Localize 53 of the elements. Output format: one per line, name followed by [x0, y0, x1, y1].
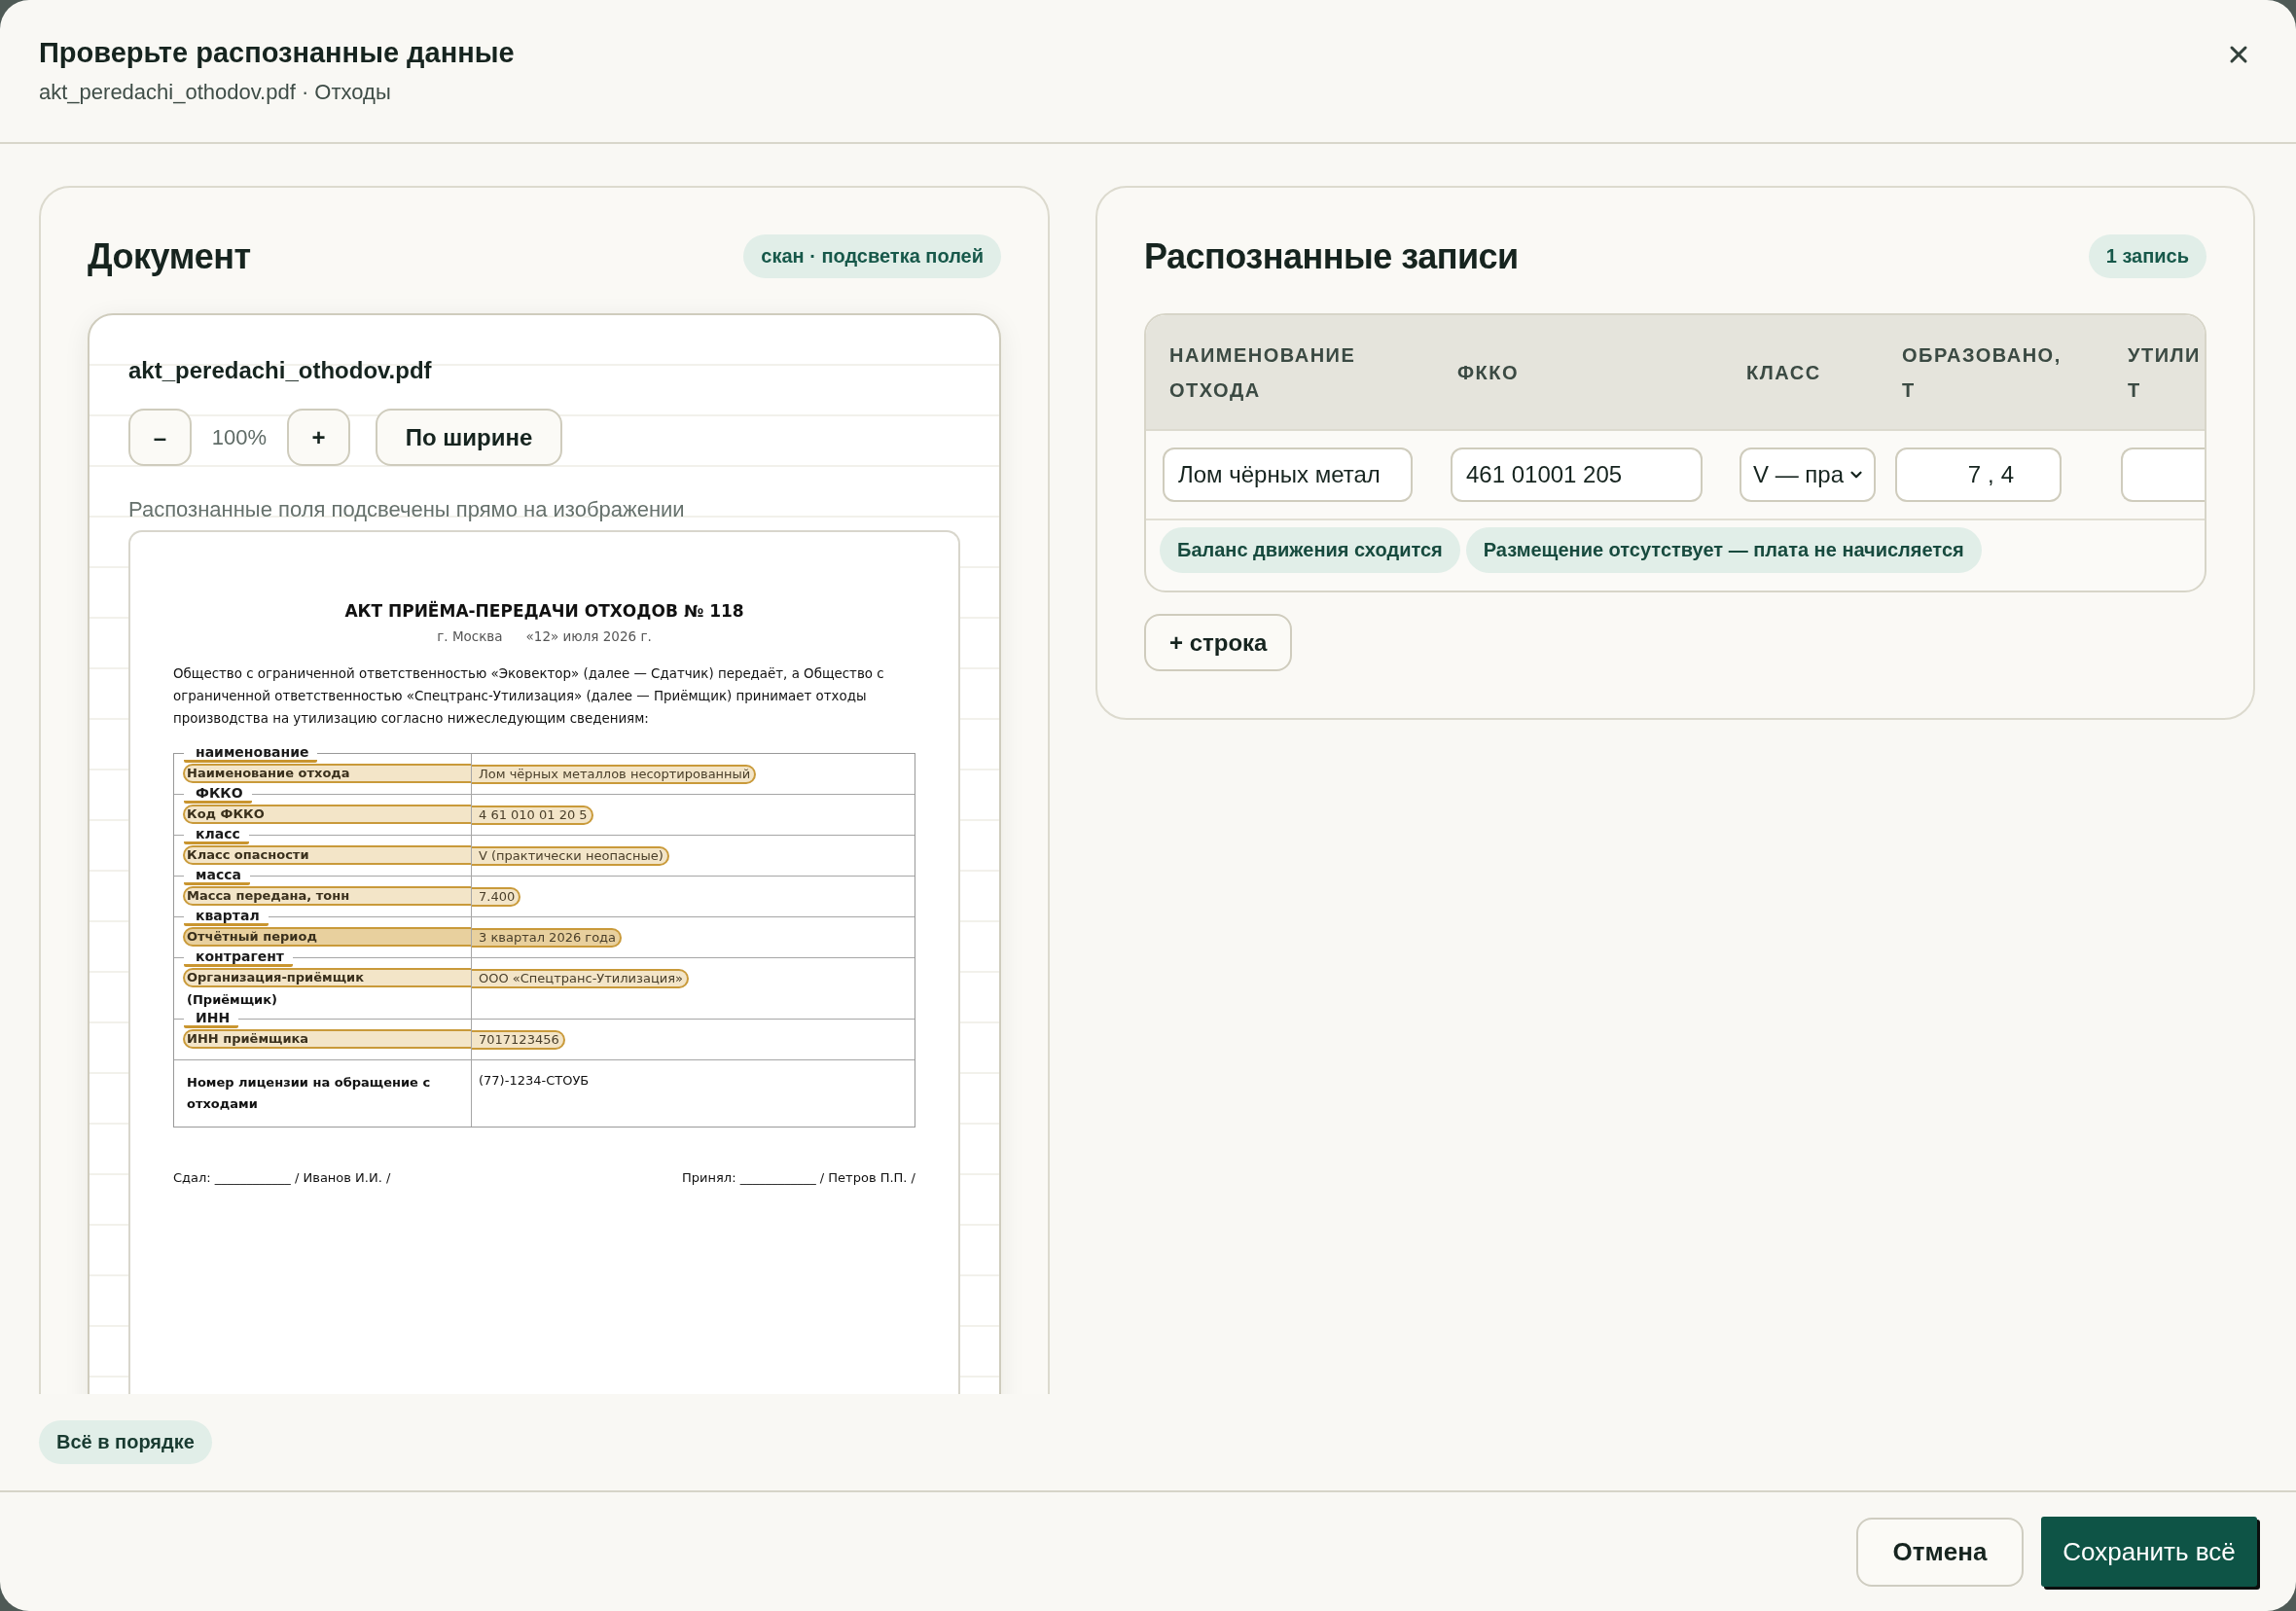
text-input[interactable]: Лом чёрных метал: [1163, 448, 1413, 502]
save-button[interactable]: Сохранить всё: [2041, 1517, 2257, 1587]
zoom-in-button[interactable]: +: [287, 409, 350, 466]
field-value: 7017123456: [472, 1030, 565, 1050]
signature-line: Сдал: ____________ / Иванов И.И. /: [173, 1170, 391, 1186]
field-label: Номер лицензии на обращение с отходами: [186, 1074, 432, 1113]
field-value: ООО «Спецтранс-Утилизация»: [472, 969, 689, 988]
count-badge: 1 запись: [2088, 234, 2206, 278]
field-value: 4 61 010 01 20 5: [472, 806, 593, 825]
field-value: V (практически неопасные): [472, 846, 669, 866]
document-date: «12» июля 2026 г.: [525, 628, 652, 644]
field-label: Код ФККО: [183, 805, 471, 824]
field-label: Наименование отхода: [183, 764, 471, 783]
check-chip: Баланс движения сходится: [1160, 527, 1460, 573]
field-label: Масса передана, тонн: [183, 886, 471, 906]
check-chip: Размещение отсутствует — плата не начисляется: [1465, 527, 1982, 573]
field-label: Организация-приёмщик: [183, 968, 471, 987]
document-title: АКТ ПРИЁМА-ПЕРЕДАЧИ ОТХОДОВ № 118: [343, 600, 745, 622]
field-value: Лом чёрных металлов несортированный: [472, 765, 757, 784]
field-value: 3 квартал 2026 года: [472, 928, 623, 948]
select-field[interactable]: V — пра: [1740, 448, 1876, 502]
fit-width-button[interactable]: По ширине: [376, 409, 562, 466]
dialog-subtitle: akt_peredachi_othodov.pdf · Отходы: [39, 79, 392, 106]
mode-badge: скан · подсветка полей: [743, 234, 1001, 278]
signature-line: Принял: ____________ / Петров П.П. /: [682, 1170, 915, 1186]
hint-text: Распознанные поля подсвечены прямо на изображении: [128, 496, 686, 523]
text-input[interactable]: 461 01001 205: [1451, 448, 1703, 502]
number-input[interactable]: 7,4: [1895, 448, 2062, 502]
document-city: г. Москва: [437, 628, 503, 644]
column-header: УТИЛИ Т: [2128, 342, 2202, 403]
text-input[interactable]: [2121, 448, 2205, 502]
column-header: ОБРАЗОВАНО, Т: [1902, 342, 2063, 403]
field-label: ИНН приёмщика: [183, 1029, 471, 1049]
add-row-button[interactable]: + строка: [1144, 614, 1293, 671]
document-intro: Общество с ограниченной ответственностью «Эковектор» (далее — Сдатчик) передаёт, а Общество с ограниченной ответственностью «Спецтранс-Утилизация» (далее — Приёмщик) принимает отходы производства на утилизацию согласно нижеследующим сведениям:: [173, 665, 885, 728]
field-label: Отчётный период: [183, 927, 471, 947]
panel-title: Документ: [88, 234, 251, 278]
column-header: ФККО: [1457, 360, 1520, 385]
zoom-level: 100%: [210, 424, 269, 450]
status-badge: Всё в порядке: [39, 1420, 212, 1464]
column-header: КЛАСС: [1746, 360, 1821, 385]
column-header: НАИМЕНОВАНИЕ ОТХОДА: [1169, 342, 1357, 403]
field-value: 7.400: [472, 887, 521, 907]
field-tag: ФККО: [184, 786, 252, 804]
dialog-title: Проверьте распознанные данные: [39, 36, 515, 70]
zoom-out-button[interactable]: –: [128, 409, 192, 466]
field-label: Класс опасности: [183, 845, 471, 865]
panel-title: Распознанные записи: [1144, 234, 1519, 278]
file-name: akt_peredachi_othodov.pdf: [128, 356, 433, 385]
field-label-note: (Приёмщик): [187, 991, 278, 1009]
field-tag: ИНН: [184, 1011, 239, 1028]
cancel-button[interactable]: Отмена: [1856, 1517, 2024, 1587]
field-value: (77)-1234-СТОУБ: [478, 1072, 591, 1090]
